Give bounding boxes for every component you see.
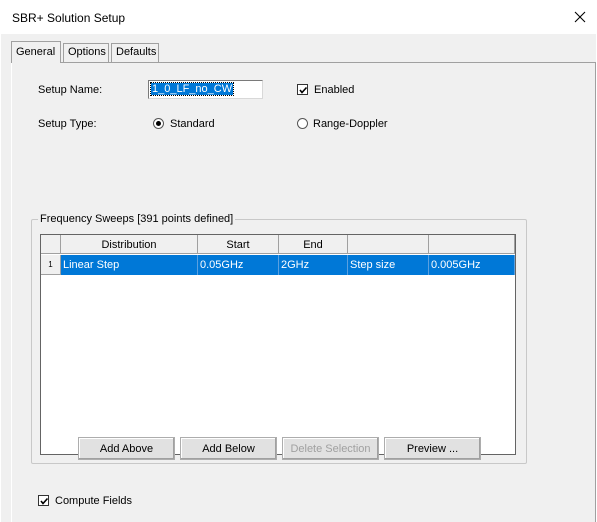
standard-radio[interactable] bbox=[153, 118, 164, 129]
add-below-button[interactable]: Add Below bbox=[180, 437, 277, 460]
cell-end[interactable]: 2GHz bbox=[279, 255, 348, 275]
enabled-checkbox[interactable] bbox=[297, 84, 308, 95]
standard-radio-label: Standard bbox=[170, 118, 215, 130]
frequency-sweeps-title: Frequency Sweeps [391 points defined] bbox=[38, 213, 236, 225]
column-header-start[interactable]: Start bbox=[198, 235, 279, 254]
add-above-button[interactable]: Add Above bbox=[78, 437, 175, 460]
enabled-label: Enabled bbox=[314, 84, 355, 96]
compute-fields-checkbox[interactable] bbox=[38, 495, 49, 506]
row-number[interactable]: 1 bbox=[41, 255, 61, 275]
column-header-distribution[interactable]: Distribution bbox=[61, 235, 198, 254]
range-doppler-radio[interactable] bbox=[297, 118, 308, 129]
sweep-table[interactable]: Distribution Start End 1 Linear Step 0.0… bbox=[40, 234, 516, 455]
delete-selection-button[interactable]: Delete Selection bbox=[282, 437, 379, 460]
radio-selected-dot bbox=[156, 121, 161, 126]
corner-cell bbox=[41, 235, 61, 254]
cell-step-type[interactable]: Step size bbox=[348, 255, 429, 275]
setup-type-label: Setup Type: bbox=[38, 118, 97, 130]
checkmark-icon bbox=[299, 86, 308, 94]
table-row[interactable]: 1 Linear Step 0.05GHz 2GHz Step size 0.0… bbox=[41, 255, 515, 275]
cell-step-value[interactable]: 0.005GHz bbox=[429, 255, 515, 275]
cell-start[interactable]: 0.05GHz bbox=[198, 255, 279, 275]
sweep-table-header: Distribution Start End bbox=[41, 235, 515, 254]
checkmark-icon bbox=[40, 497, 49, 505]
setup-name-value: 1_0_LF_no_CW bbox=[149, 82, 235, 96]
cell-distribution[interactable]: Linear Step bbox=[61, 255, 198, 275]
column-header-4[interactable] bbox=[348, 235, 429, 254]
preview-button[interactable]: Preview ... bbox=[384, 437, 481, 460]
setup-name-label: Setup Name: bbox=[38, 84, 103, 96]
compute-fields-label: Compute Fields bbox=[55, 495, 133, 507]
column-header-end[interactable]: End bbox=[279, 235, 348, 254]
setup-name-input[interactable]: 1_0_LF_no_CW bbox=[148, 80, 263, 99]
range-doppler-radio-label: Range-Doppler bbox=[313, 118, 388, 130]
column-header-5[interactable] bbox=[429, 235, 515, 254]
